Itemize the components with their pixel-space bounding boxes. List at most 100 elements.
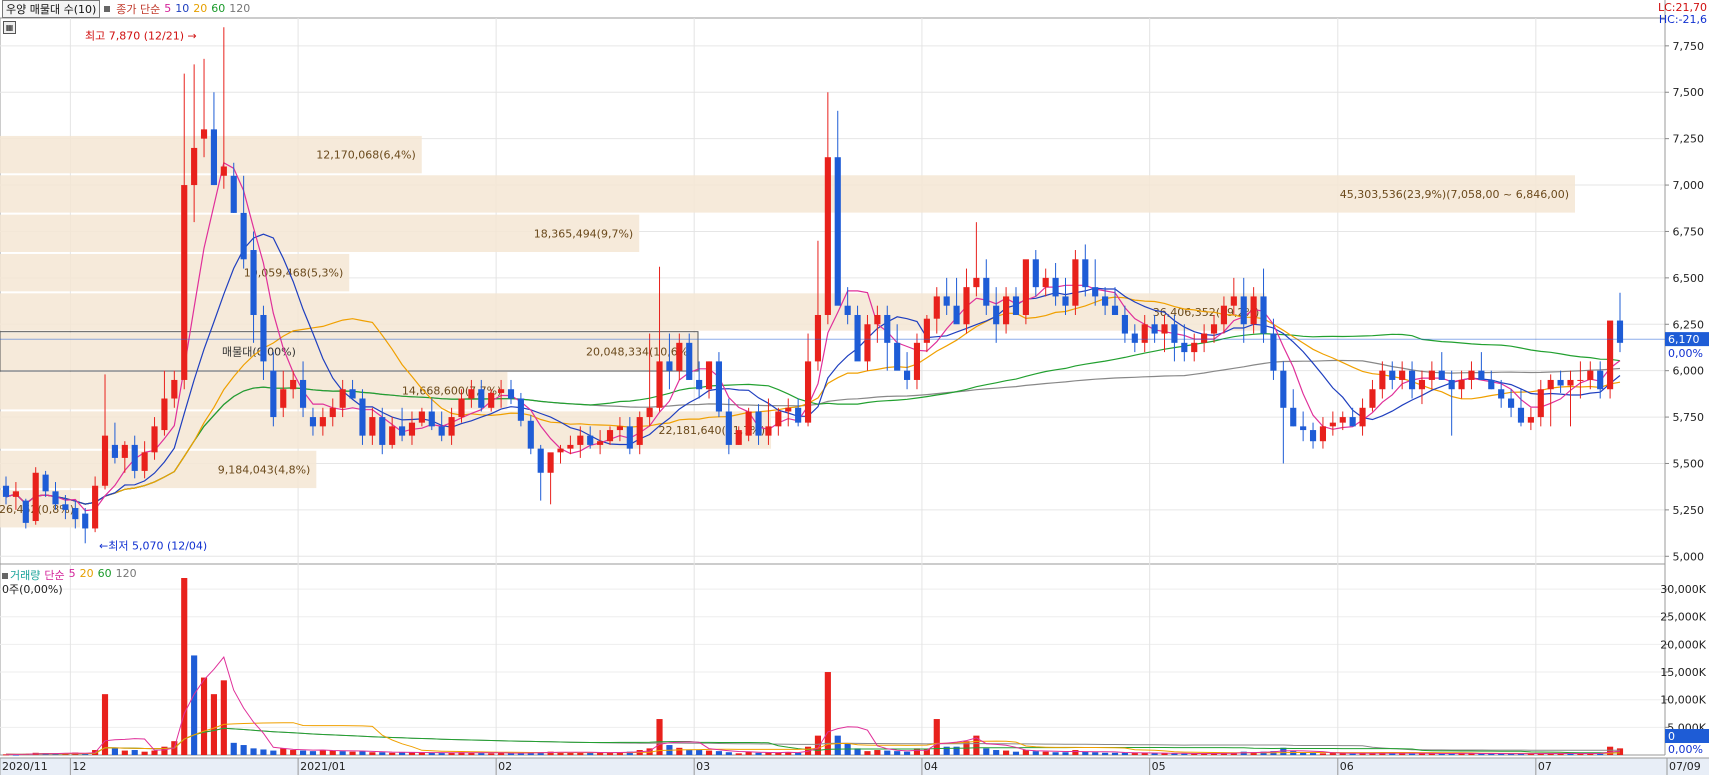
volume-bar: [795, 752, 802, 755]
candle-down: [1290, 407, 1297, 427]
table-icon[interactable]: ▦: [3, 21, 16, 34]
candle-up: [676, 342, 683, 371]
candle-down: [1102, 296, 1109, 306]
volume-bar: [894, 751, 901, 755]
volume-bar: [1607, 746, 1614, 755]
candle-up: [1428, 370, 1435, 380]
candle-down: [834, 157, 841, 306]
candle-down: [52, 491, 59, 505]
candle-down: [1557, 379, 1564, 386]
candle-up: [765, 426, 772, 436]
volume-bar: [1319, 753, 1327, 755]
volume-panel-frame: [0, 563, 1666, 756]
candle-down: [428, 411, 435, 427]
vma120-label[interactable]: 120: [116, 567, 137, 583]
volume-bar: [478, 753, 485, 755]
ma60-label[interactable]: 60: [211, 2, 225, 15]
candle-up: [1161, 324, 1168, 334]
volume-bar: [250, 748, 257, 755]
volume-bar: [824, 672, 831, 755]
price-legend: 우양 매물대 수(10) 종가 단순 5 10 20 60 120: [2, 0, 250, 18]
x-tick-label: 07/09: [1669, 760, 1701, 773]
candle-down: [537, 448, 544, 473]
candle-up: [1003, 296, 1010, 325]
volume-sub-label: 0주(0,00%): [2, 583, 63, 596]
candle-down: [1300, 426, 1307, 431]
volume-bar: [705, 750, 713, 755]
candle-down: [1488, 379, 1495, 390]
candle-down: [1240, 296, 1247, 325]
volume-bar: [389, 752, 396, 755]
vma5-label[interactable]: 5: [69, 567, 76, 583]
candle-down: [1181, 342, 1188, 353]
candle-down: [230, 175, 237, 213]
candle-up: [319, 417, 326, 427]
volume-bar: [359, 751, 366, 755]
candle-up: [200, 129, 208, 139]
y-tick-label: 7,250: [1673, 133, 1705, 146]
volume-bar: [903, 751, 911, 755]
candle-down: [1260, 296, 1267, 334]
candle-up: [290, 379, 297, 390]
vma20-label[interactable]: 20: [80, 567, 94, 583]
candle-up: [389, 426, 396, 445]
candle-up: [1359, 407, 1366, 427]
volume-bar: [438, 753, 445, 755]
ma5-label[interactable]: 5: [164, 2, 171, 15]
volume-bar: [1131, 753, 1138, 755]
indicator-label[interactable]: 우양 매물대 수(10): [2, 0, 101, 18]
candle-up: [1201, 333, 1208, 343]
volume-bar: [725, 752, 732, 755]
volume-bar: [418, 752, 425, 755]
vma60-label[interactable]: 60: [98, 567, 112, 583]
x-tick-label: 03: [696, 760, 710, 773]
candle-down: [250, 250, 257, 315]
volume-profile-label: 9,184,043(4,8%): [218, 463, 311, 476]
candle-down: [626, 426, 633, 449]
candle-down: [1508, 398, 1515, 408]
candle-up: [1042, 277, 1049, 288]
candle-up: [1418, 379, 1426, 390]
low-price-label: ←최저 5,070 (12/04): [99, 539, 207, 552]
volume-bar: [151, 750, 158, 755]
candle-down: [478, 389, 485, 408]
candle-up: [141, 452, 148, 471]
candle-down: [1052, 277, 1059, 297]
stock-chart[interactable]: 12,170,068(6,4%) 45,303,536(23,9%)(7,058,…: [0, 0, 1709, 775]
candle-down: [42, 474, 49, 492]
ma-label[interactable]: 종가 단순: [116, 1, 160, 17]
current-change-label: 0,00%: [1668, 347, 1703, 360]
candle-up: [280, 389, 287, 408]
volume-bar: [260, 749, 267, 755]
candle-down: [438, 426, 445, 436]
volume-current-label: 0: [1668, 730, 1675, 743]
ma120-label[interactable]: 120: [229, 2, 250, 15]
candle-down: [686, 342, 693, 380]
volume-bar: [983, 748, 990, 755]
candle-down: [131, 444, 138, 471]
volume-bar: [299, 750, 307, 755]
volume-bar: [1102, 752, 1109, 755]
volume-bar: [656, 719, 663, 755]
y-axis-background: [1665, 0, 1709, 775]
volume-bar: [993, 750, 1000, 755]
candle-down: [1616, 320, 1624, 343]
candle-up: [339, 389, 346, 408]
candle-down: [1171, 324, 1178, 343]
candle-down: [270, 370, 277, 418]
ma20-label[interactable]: 20: [193, 2, 207, 15]
volume-change-label: 0,00%: [1668, 743, 1703, 756]
candle-up: [814, 314, 822, 362]
volume-tick-label: 30,000K: [1660, 583, 1706, 596]
candle-up: [1379, 370, 1386, 390]
x-tick-label: 12: [72, 760, 86, 773]
volume-bar: [676, 747, 683, 755]
candle-up: [181, 185, 188, 380]
candle-up: [1220, 305, 1227, 325]
volume-bar: [240, 745, 247, 755]
volume-bar: [1329, 753, 1336, 755]
candle-up: [745, 411, 752, 436]
candle-down: [1012, 296, 1020, 315]
y-tick-label: 5,750: [1673, 411, 1705, 424]
ma10-label[interactable]: 10: [175, 2, 189, 15]
